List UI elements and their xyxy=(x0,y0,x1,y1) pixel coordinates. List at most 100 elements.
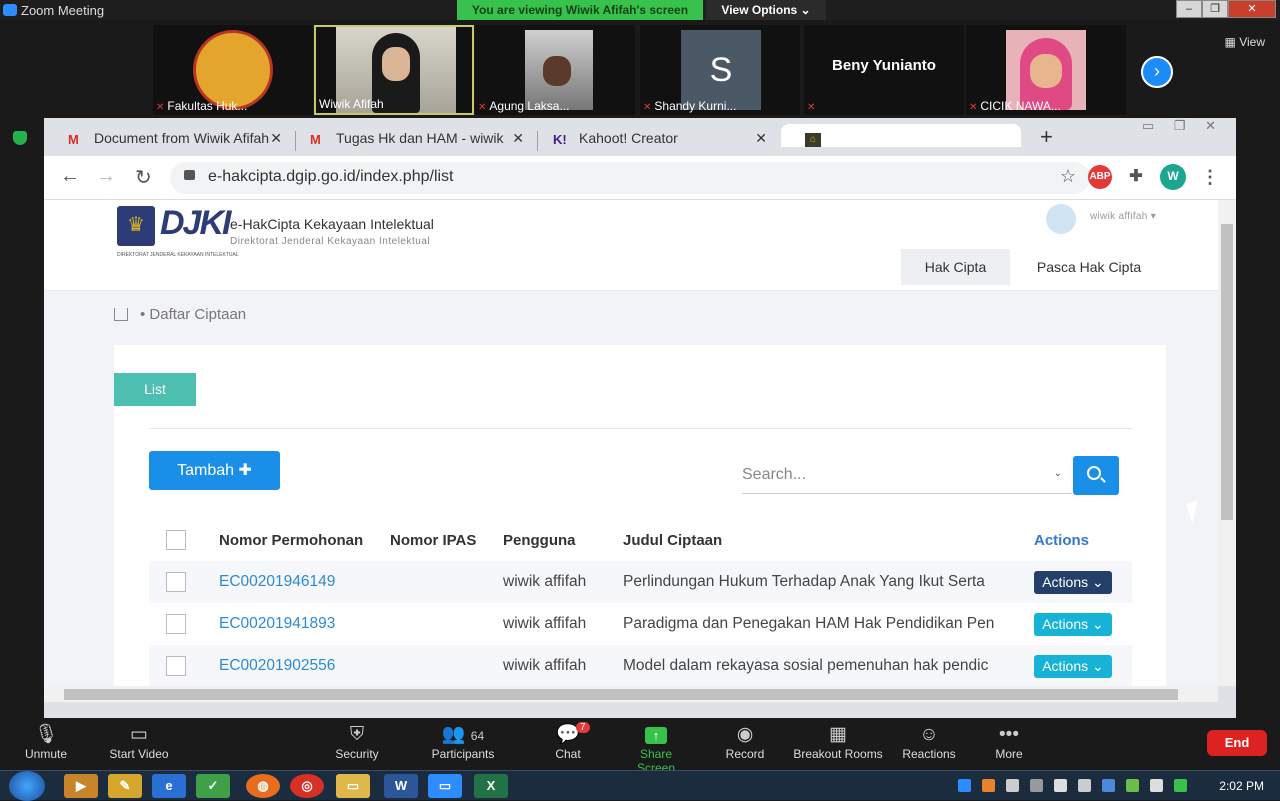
notes-icon[interactable]: ✎ xyxy=(108,774,142,798)
col-pengguna[interactable]: Pengguna xyxy=(503,519,623,561)
tab-list[interactable]: List xyxy=(114,373,196,406)
firefox-icon[interactable]: ◍ xyxy=(246,774,280,798)
close-tab-icon[interactable]: ✕ xyxy=(270,130,282,147)
row-checkbox[interactable] xyxy=(166,572,186,592)
search-button[interactable] xyxy=(1073,456,1119,495)
close-tab-icon[interactable]: ✕ xyxy=(755,130,767,147)
share-screen-icon: ↑ xyxy=(620,723,692,747)
adblock-icon[interactable]: ABP xyxy=(1088,165,1112,189)
horizontal-scrollbar[interactable] xyxy=(44,686,1218,702)
signal-icon[interactable] xyxy=(1054,779,1067,792)
view-button[interactable]: ▦ View xyxy=(1225,35,1265,49)
start-video-button[interactable]: ▭ Start Video xyxy=(104,723,174,761)
nav-hak-cipta[interactable]: Hak Cipta xyxy=(901,249,1010,285)
app-icon[interactable]: ✓ xyxy=(196,774,230,798)
more-button[interactable]: ••• More xyxy=(990,723,1028,761)
clock[interactable]: 2:02 PM xyxy=(1219,779,1264,793)
back-icon[interactable]: ← xyxy=(60,165,80,188)
record-button[interactable]: ◉ Record xyxy=(724,723,766,761)
tambah-button[interactable]: Tambah ✚ xyxy=(149,451,280,490)
username: wiwik affifah xyxy=(1090,211,1148,222)
maximize-icon[interactable]: ❐ xyxy=(1202,0,1228,18)
close-tab-icon[interactable]: ✕ xyxy=(512,130,524,147)
col-nomor-permohonan[interactable]: Nomor Permohonan xyxy=(219,519,390,561)
new-tab-icon[interactable]: + xyxy=(1040,124,1053,150)
tab-kahoot[interactable]: K! Kahoot! Creator ✕ xyxy=(529,124,779,156)
col-judul-ciptaan[interactable]: Judul Ciptaan xyxy=(623,519,1034,561)
actions-dropdown[interactable]: Actions ⌄ xyxy=(1034,654,1112,678)
start-button-icon[interactable] xyxy=(9,771,45,801)
tray-zoom-icon[interactable] xyxy=(958,779,971,792)
participant-tile[interactable]: ✕ CICIK NAWA... xyxy=(966,25,1126,115)
battery-icon[interactable] xyxy=(1150,779,1163,792)
tab-tugas[interactable]: M Tugas Hk dan HAM - wiwik ✕ xyxy=(286,124,536,156)
search-input[interactable]: Search... ⌄ xyxy=(742,458,1072,494)
breakout-rooms-button[interactable]: ▦ Breakout Rooms xyxy=(792,723,884,761)
network-icon[interactable] xyxy=(1126,779,1139,792)
nomor-link[interactable]: EC00201941893 xyxy=(219,615,335,632)
participant-initial-avatar: S xyxy=(681,30,761,110)
next-page-icon[interactable]: › xyxy=(1141,56,1173,88)
close-icon[interactable]: ✕ xyxy=(1228,0,1276,18)
row-checkbox[interactable] xyxy=(166,614,186,634)
chrome-icon[interactable]: ◎ xyxy=(290,774,324,798)
security-button[interactable]: ⛨ Security xyxy=(332,723,382,761)
encryption-shield-icon xyxy=(13,131,27,145)
menu-kebab-icon[interactable]: ⋮ xyxy=(1199,165,1221,189)
nomor-link[interactable]: EC00201902556 xyxy=(219,657,335,674)
site-favicon: ⌂ xyxy=(805,133,821,147)
participants-button[interactable]: 👥 64 Participants xyxy=(428,723,498,761)
tray-app-icon[interactable] xyxy=(1174,779,1187,792)
extensions-puzzle-icon[interactable]: ✚ xyxy=(1124,165,1148,189)
select-all-checkbox[interactable] xyxy=(166,530,186,550)
close-tab-icon[interactable]: ✕ xyxy=(997,130,1009,147)
bluetooth-icon[interactable] xyxy=(1102,779,1115,792)
participant-tile-active[interactable]: Wiwik Afifah xyxy=(314,25,474,115)
user-avatar[interactable] xyxy=(1046,204,1076,234)
view-options-button[interactable]: View Options ⌄ xyxy=(706,0,826,21)
reactions-button[interactable]: ☺ Reactions xyxy=(900,723,958,761)
actions-dropdown[interactable]: Actions ⌄ xyxy=(1034,570,1112,594)
reload-icon[interactable]: ↻ xyxy=(135,165,152,190)
site-subtitle: Direktorat Jenderal Kekayaan Intelektual xyxy=(230,236,431,247)
scroll-thumb[interactable] xyxy=(1221,224,1233,520)
participant-tile[interactable]: Beny Yunianto ✕ xyxy=(804,25,964,115)
tab-dashboard[interactable]: ⌂ Dashboard - E-Hakcipta ✕ xyxy=(781,124,1021,147)
forward-icon[interactable]: → xyxy=(96,165,116,188)
file-explorer-icon[interactable]: ▭ xyxy=(336,774,370,798)
unmute-button[interactable]: 🎙 Unmute xyxy=(22,723,70,761)
participant-tile[interactable]: ✕ Agung Laksa... xyxy=(475,25,635,115)
address-bar[interactable]: e-hakcipta.dgip.go.id/index.php/list ☆ xyxy=(170,162,1090,194)
row-checkbox[interactable] xyxy=(166,656,186,676)
col-nomor-ipas[interactable]: Nomor IPAS xyxy=(390,519,503,561)
excel-icon[interactable]: X xyxy=(474,774,508,798)
chevron-down-icon[interactable]: ⌄ xyxy=(1054,468,1062,479)
minimize-icon[interactable]: – xyxy=(1176,0,1202,18)
university-logo-icon xyxy=(193,30,273,110)
participant-tile[interactable]: S ✕ Shandy Kurni... xyxy=(640,25,800,115)
chat-button[interactable]: 💬 7 Chat xyxy=(550,722,590,761)
internet-explorer-icon[interactable]: e xyxy=(152,774,186,798)
actions-dropdown[interactable]: Actions ⌄ xyxy=(1034,612,1112,636)
tray-app-icon[interactable] xyxy=(1030,779,1043,792)
participant-tile[interactable]: ✕ Fakultas Huk... xyxy=(153,25,313,115)
breadcrumb: • Daftar Ciptaan xyxy=(114,306,246,323)
volume-muted-icon[interactable] xyxy=(1078,779,1091,792)
media-player-icon[interactable]: ▶ xyxy=(64,774,98,798)
browser-window-controls[interactable]: ▭ ❐ ✕ xyxy=(1142,118,1224,134)
bookmark-star-icon[interactable]: ☆ xyxy=(1060,166,1076,187)
share-screen-button[interactable]: ↑ Share Screen xyxy=(620,723,692,775)
user-menu[interactable]: wiwik affifah ▾ xyxy=(1090,211,1156,222)
home-icon[interactable] xyxy=(114,308,128,321)
zoom-taskbar-icon[interactable]: ▭ xyxy=(428,774,462,798)
tab-document[interactable]: M Document from Wiwik Afifah ✕ xyxy=(44,124,294,156)
tray-app-icon[interactable] xyxy=(1006,779,1019,792)
nav-pasca-hak-cipta[interactable]: Pasca Hak Cipta xyxy=(1019,249,1159,285)
vertical-scrollbar[interactable] xyxy=(1218,200,1236,686)
profile-avatar[interactable]: W xyxy=(1160,164,1186,190)
nomor-link[interactable]: EC00201946149 xyxy=(219,573,335,590)
tray-app-icon[interactable] xyxy=(982,779,995,792)
end-meeting-button[interactable]: End xyxy=(1207,730,1267,756)
word-icon[interactable]: W xyxy=(384,774,418,798)
scroll-thumb[interactable] xyxy=(64,689,1178,700)
